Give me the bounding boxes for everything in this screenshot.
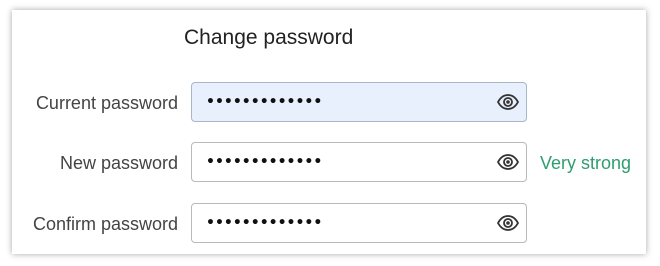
eye-icon[interactable] — [496, 211, 520, 235]
eye-icon[interactable] — [496, 150, 520, 174]
confirm-password-value: ••••••••••••• — [206, 215, 323, 231]
confirm-password-row: Confirm password ••••••••••••• — [12, 203, 646, 245]
page-title: Change password — [184, 26, 354, 49]
new-password-value: ••••••••••••• — [206, 154, 323, 170]
current-password-value: ••••••••••••• — [206, 94, 323, 110]
confirm-password-input[interactable]: ••••••••••••• — [191, 203, 527, 243]
current-password-row: Current password ••••••••••••• — [12, 82, 646, 124]
new-password-row: New password ••••••••••••• Very strong — [12, 142, 646, 184]
current-password-input[interactable]: ••••••••••••• — [191, 82, 527, 122]
confirm-password-label: Confirm password — [32, 214, 178, 234]
new-password-label: New password — [59, 153, 178, 173]
password-strength-indicator: Very strong — [540, 153, 632, 173]
change-password-panel: Change password Current password •••••••… — [12, 10, 646, 254]
new-password-input[interactable]: ••••••••••••• — [191, 142, 527, 182]
eye-icon[interactable] — [496, 90, 520, 114]
current-password-label: Current password — [35, 93, 178, 113]
